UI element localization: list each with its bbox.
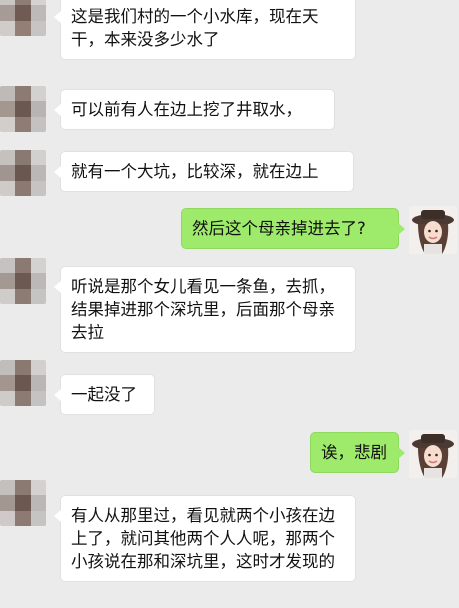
message-text: 听说是那个女儿看见一条鱼，去抓，结果掉进那个深坑里，后面那个母亲去拉: [71, 277, 335, 342]
message-bubble-incoming[interactable]: 听说是那个女儿看见一条鱼，去抓，结果掉进那个深坑里，后面那个母亲去拉: [54, 266, 356, 353]
user-avatar-icon[interactable]: [409, 430, 457, 478]
message-text: 有人从那里过，看见就两个小孩在边上了，就问其他两个人人呢，那两个小孩说在那和深坑…: [71, 506, 335, 571]
girl-hat-avatar-icon: [409, 430, 457, 478]
contact-avatar-icon[interactable]: [0, 480, 46, 526]
contact-avatar-icon[interactable]: [0, 360, 46, 406]
message-bubble-incoming[interactable]: 有人从那里过，看见就两个小孩在边上了，就问其他两个人人呢，那两个小孩说在那和深坑…: [54, 495, 356, 582]
user-avatar-icon[interactable]: [409, 206, 457, 254]
message-text: 一起没了: [71, 385, 137, 404]
contact-avatar-icon[interactable]: [0, 86, 46, 132]
message-bubble-incoming[interactable]: 可以前有人在边上挖了井取水，: [54, 89, 335, 130]
contact-avatar-icon[interactable]: [0, 0, 46, 36]
message-text: 可以前有人在边上挖了井取水，: [71, 100, 302, 119]
message-bubble-outgoing[interactable]: 诶，悲剧: [310, 432, 405, 473]
contact-avatar-icon[interactable]: [0, 150, 46, 196]
contact-avatar-icon[interactable]: [0, 258, 46, 304]
message-bubble-outgoing[interactable]: 然后这个母亲掉进去了?: [181, 208, 405, 249]
chat-window: 这是我们村的一个小水库，现在天干，本来没多少水了 可以前有人在边上挖了井取水， …: [0, 0, 459, 608]
message-bubble-incoming[interactable]: 一起没了: [54, 374, 155, 415]
girl-hat-avatar-icon: [409, 206, 457, 254]
message-bubble-incoming[interactable]: 就有一个大坑，比较深，就在边上: [54, 151, 354, 192]
message-text: 这是我们村的一个小水库，现在天干，本来没多少水了: [71, 7, 319, 49]
message-text: 诶，悲剧: [321, 443, 387, 462]
message-bubble-incoming[interactable]: 这是我们村的一个小水库，现在天干，本来没多少水了: [54, 0, 356, 60]
message-text: 就有一个大坑，比较深，就在边上: [71, 162, 319, 181]
message-text: 然后这个母亲掉进去了?: [192, 219, 366, 238]
